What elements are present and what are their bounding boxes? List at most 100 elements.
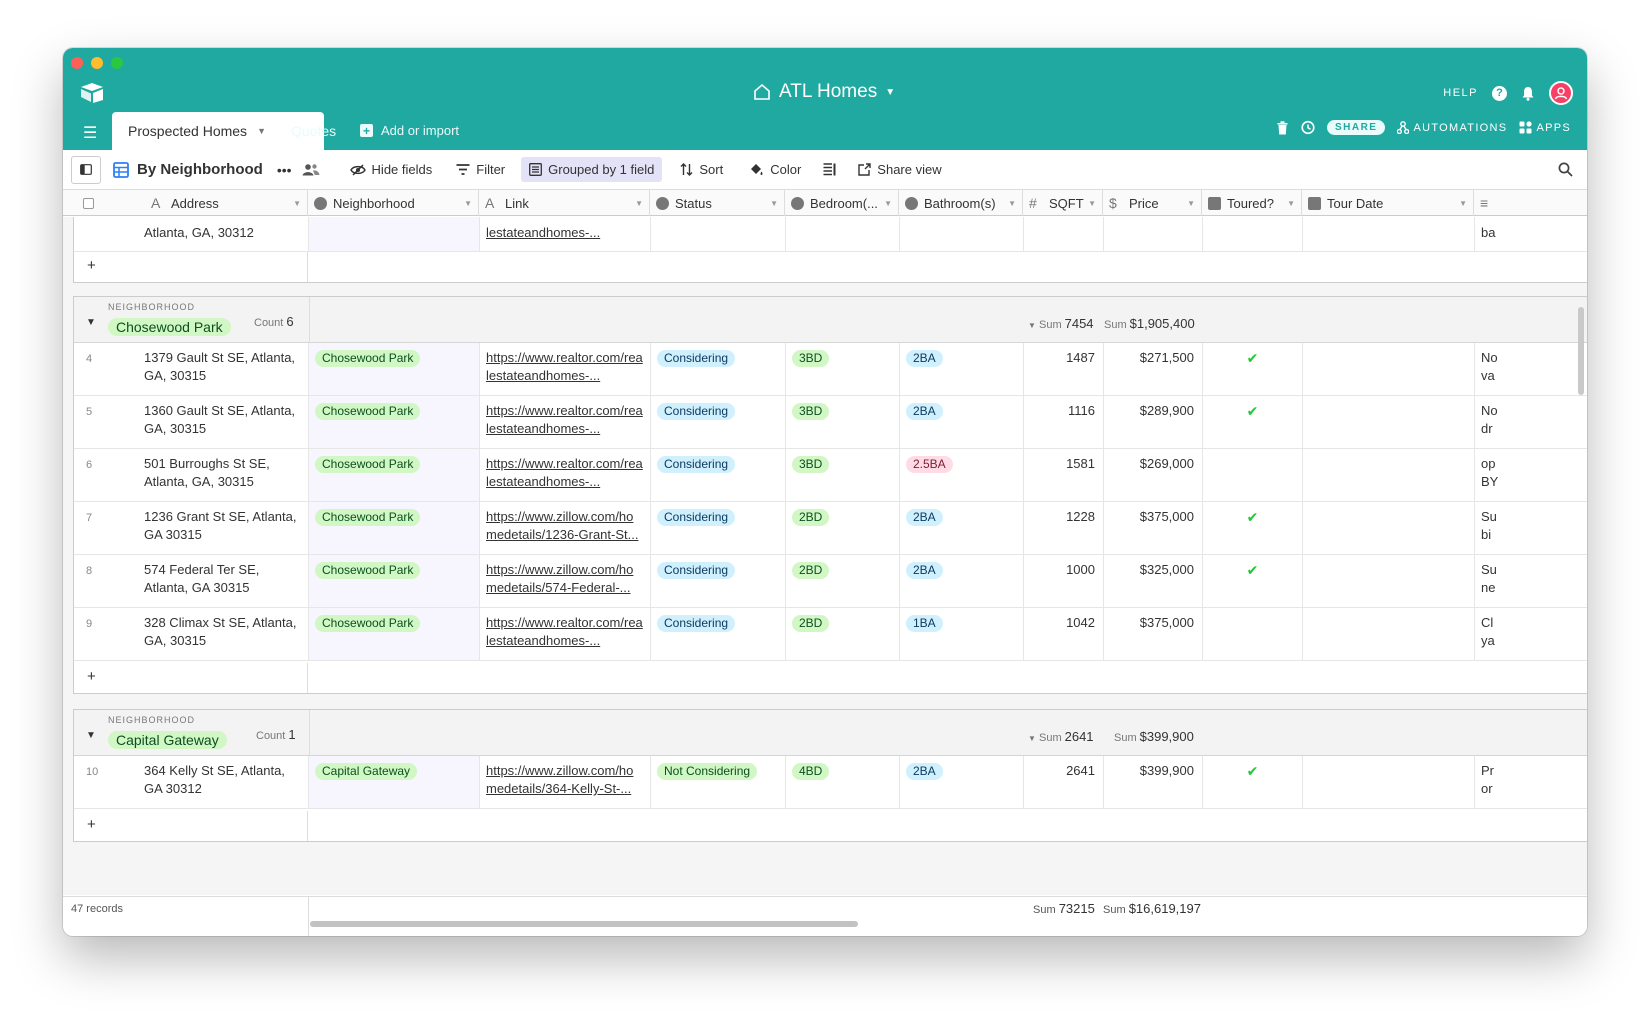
toured-cell[interactable]: [1203, 608, 1303, 660]
tour-date-cell[interactable]: [1303, 756, 1475, 808]
table-row[interactable]: 4 1379 Gault St SE, Atlanta, GA, 30315 Chos…: [74, 343, 1587, 396]
column-header-link[interactable]: A Link ▼: [479, 190, 650, 216]
view-switcher[interactable]: By Neighborhood: [113, 161, 263, 178]
close-window-button[interactable]: [71, 57, 83, 69]
neighborhood-cell[interactable]: Chosewood Park: [309, 343, 480, 395]
status-cell[interactable]: Considering: [651, 555, 786, 607]
color-button[interactable]: Color: [741, 157, 809, 182]
plus-icon[interactable]: +: [87, 668, 96, 685]
bathrooms-cell[interactable]: 2BA: [900, 555, 1024, 607]
link-line-1[interactable]: https://www.zillow.com/ho: [486, 762, 644, 780]
notes-cell[interactable]: Su bi: [1475, 502, 1587, 554]
plus-icon[interactable]: +: [87, 257, 96, 274]
price-cell[interactable]: [1104, 217, 1203, 251]
bathrooms-cell[interactable]: 2BA: [900, 756, 1024, 808]
tour-date-cell[interactable]: [1303, 343, 1475, 395]
link-line-2[interactable]: lestateandhomes-...: [486, 473, 644, 491]
address-cell[interactable]: 6 501 Burroughs St SE, Atlanta, GA, 30315: [74, 449, 309, 501]
link-cell[interactable]: https://www.realtor.com/rea lestateandhom…: [480, 396, 651, 448]
status-cell[interactable]: Considering: [651, 449, 786, 501]
chevron-down-icon[interactable]: ▼: [1187, 199, 1195, 208]
airtable-logo-icon[interactable]: [79, 82, 105, 104]
address-cell[interactable]: 10 364 Kelly St SE, Atlanta, GA 30312: [74, 756, 309, 808]
column-header-sqft[interactable]: # SQFT ▼: [1023, 190, 1103, 216]
more-options-icon[interactable]: •••: [277, 162, 292, 178]
notes-cell[interactable]: ba: [1475, 217, 1587, 251]
price-cell[interactable]: $375,000: [1104, 502, 1203, 554]
price-cell[interactable]: $375,000: [1104, 608, 1203, 660]
toured-cell[interactable]: ✔: [1203, 343, 1303, 395]
link-cell[interactable]: https://www.realtor.com/rea lestateandhom…: [480, 608, 651, 660]
zoom-window-button[interactable]: [111, 57, 123, 69]
column-header-price[interactable]: $ Price ▼: [1103, 190, 1202, 216]
table-row[interactable]: 6 501 Burroughs St SE, Atlanta, GA, 30315 C…: [74, 449, 1587, 502]
toured-cell[interactable]: ✔: [1203, 555, 1303, 607]
bathrooms-cell[interactable]: 1BA: [900, 608, 1024, 660]
notes-cell[interactable]: No va: [1475, 343, 1587, 395]
add-record-row[interactable]: +: [74, 663, 1587, 693]
status-cell[interactable]: [651, 217, 786, 251]
price-cell[interactable]: $269,000: [1104, 449, 1203, 501]
link-line-2[interactable]: medetails/574-Federal-...: [486, 579, 644, 597]
bathrooms-cell[interactable]: 2BA: [900, 502, 1024, 554]
bedrooms-cell[interactable]: 3BD: [786, 343, 900, 395]
address-cell[interactable]: 4 1379 Gault St SE, Atlanta, GA, 30315: [74, 343, 309, 395]
address-cell[interactable]: 9 328 Climax St SE, Atlanta, GA, 30315: [74, 608, 309, 660]
notes-cell[interactable]: No dr: [1475, 396, 1587, 448]
status-cell[interactable]: Not Considering: [651, 756, 786, 808]
select-all-checkbox-cell[interactable]: [63, 190, 145, 216]
chevron-down-icon[interactable]: ▼: [293, 199, 301, 208]
status-cell[interactable]: Considering: [651, 608, 786, 660]
bedrooms-cell[interactable]: 3BD: [786, 449, 900, 501]
link-line-1[interactable]: https://www.zillow.com/ho: [486, 508, 644, 526]
link-line-2[interactable]: medetails/364-Kelly-St-...: [486, 780, 644, 798]
link-line-1[interactable]: https://www.zillow.com/ho: [486, 561, 644, 579]
table-row[interactable]: 8 574 Federal Ter SE, Atlanta, GA 30315 Cho…: [74, 555, 1587, 608]
link-cell[interactable]: https://www.realtor.com/rea lestateandhom…: [480, 449, 651, 501]
bedrooms-cell[interactable]: 2BD: [786, 608, 900, 660]
sqft-cell[interactable]: 1116: [1024, 396, 1104, 448]
sqft-cell[interactable]: 1042: [1024, 608, 1104, 660]
bedrooms-cell[interactable]: 3BD: [786, 396, 900, 448]
sqft-cell[interactable]: 1487: [1024, 343, 1104, 395]
bedrooms-cell[interactable]: 4BD: [786, 756, 900, 808]
toured-cell[interactable]: [1203, 217, 1303, 251]
price-cell[interactable]: $289,900: [1104, 396, 1203, 448]
checkmark-icon[interactable]: ✔: [1247, 562, 1259, 578]
link-line-2[interactable]: lestateandhomes-...: [486, 632, 644, 650]
tour-date-cell[interactable]: [1303, 449, 1475, 501]
trash-icon[interactable]: [1277, 120, 1288, 135]
collapse-group-icon[interactable]: ▼: [86, 730, 96, 741]
apps-button[interactable]: APPS: [1519, 121, 1571, 134]
link-cell[interactable]: lestateandhomes-...: [480, 217, 651, 251]
minimize-window-button[interactable]: [91, 57, 103, 69]
bathrooms-cell[interactable]: [900, 217, 1024, 251]
address-cell[interactable]: 7 1236 Grant St SE, Atlanta, GA 30315: [74, 502, 309, 554]
chevron-down-icon[interactable]: ▼: [770, 199, 778, 208]
user-avatar[interactable]: [1549, 81, 1573, 105]
status-cell[interactable]: Considering: [651, 396, 786, 448]
link-line-2[interactable]: lestateandhomes-...: [486, 420, 644, 438]
link-cell[interactable]: https://www.zillow.com/ho medetails/1236-…: [480, 502, 651, 554]
sqft-cell[interactable]: 1581: [1024, 449, 1104, 501]
menu-icon[interactable]: ☰: [83, 123, 97, 143]
price-cell[interactable]: $399,900: [1104, 756, 1203, 808]
plus-icon[interactable]: +: [87, 816, 96, 833]
notes-cell[interactable]: Cl ya: [1475, 608, 1587, 660]
chevron-down-icon[interactable]: ▼: [464, 199, 472, 208]
search-icon[interactable]: [1558, 162, 1573, 177]
automations-button[interactable]: AUTOMATIONS: [1397, 121, 1507, 134]
tour-date-cell[interactable]: [1303, 502, 1475, 554]
sqft-cell[interactable]: 1000: [1024, 555, 1104, 607]
chevron-down-icon[interactable]: ▼: [1008, 199, 1016, 208]
notes-cell[interactable]: Su ne: [1475, 555, 1587, 607]
toured-cell[interactable]: ✔: [1203, 502, 1303, 554]
footer-sqft-sum[interactable]: Sum 73215: [1033, 901, 1095, 916]
chevron-down-icon[interactable]: ▼: [1028, 734, 1036, 743]
sort-button[interactable]: Sort: [672, 157, 731, 182]
add-or-import-button[interactable]: + Add or import: [360, 123, 459, 138]
share-view-button[interactable]: Share view: [850, 157, 949, 182]
table-row[interactable]: Atlanta, GA, 30312 lestateandhomes-... b…: [74, 217, 1587, 252]
neighborhood-cell[interactable]: Chosewood Park: [309, 608, 480, 660]
tour-date-cell[interactable]: [1303, 555, 1475, 607]
